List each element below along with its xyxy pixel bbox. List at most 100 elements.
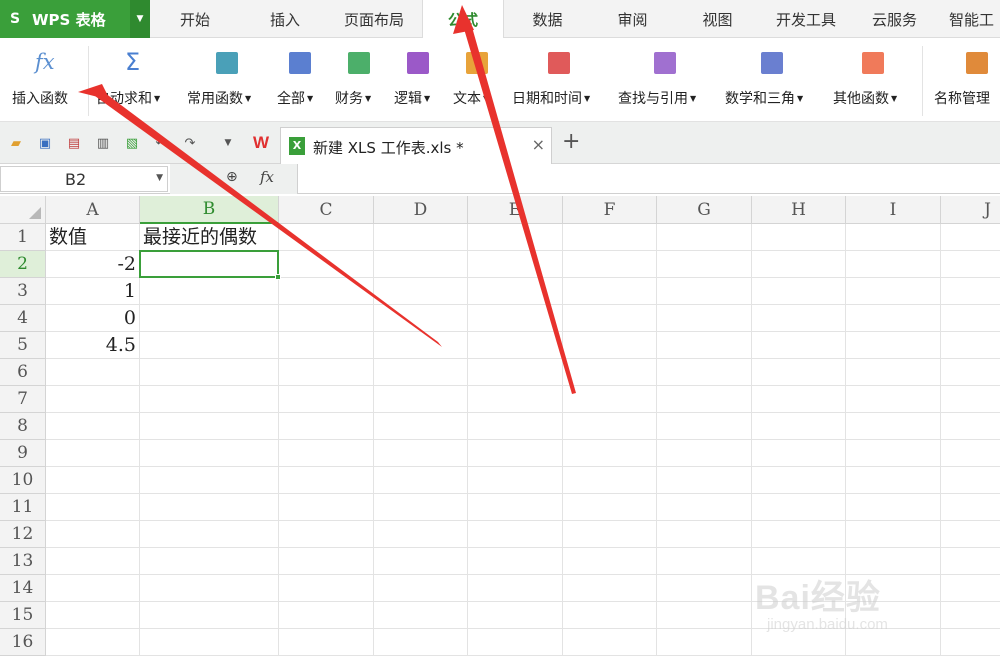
grid-cell[interactable] xyxy=(752,224,846,251)
grid-cell[interactable] xyxy=(279,251,374,278)
column-header[interactable]: F xyxy=(563,196,657,224)
grid-cell[interactable] xyxy=(752,467,846,494)
autosum-button[interactable]: Σ 自动求和 ▼ xyxy=(92,38,176,122)
tab-view[interactable]: 视图 xyxy=(675,0,760,38)
grid-cell[interactable] xyxy=(46,548,140,575)
tab-formula[interactable]: 公式 xyxy=(422,0,504,39)
grid-cell[interactable] xyxy=(468,386,563,413)
grid-cell[interactable] xyxy=(140,332,279,359)
undo-icon[interactable]: ↶ xyxy=(153,135,169,151)
grid-cell[interactable] xyxy=(374,251,468,278)
grid-cell[interactable] xyxy=(374,521,468,548)
grid-cell[interactable] xyxy=(374,332,468,359)
grid-cell[interactable] xyxy=(140,386,279,413)
grid-cell[interactable] xyxy=(657,413,752,440)
finance-functions-button[interactable]: 财务 ▼ xyxy=(331,38,385,122)
grid-cell[interactable] xyxy=(468,548,563,575)
grid-cell[interactable] xyxy=(46,494,140,521)
grid-cell[interactable] xyxy=(846,494,941,521)
grid-cell[interactable] xyxy=(468,521,563,548)
tab-smart[interactable]: 智能工 xyxy=(937,0,1000,38)
grid-cell[interactable] xyxy=(279,332,374,359)
grid-cell[interactable] xyxy=(468,332,563,359)
grid-cell[interactable] xyxy=(374,413,468,440)
grid-cell[interactable] xyxy=(657,629,752,656)
grid-cell[interactable] xyxy=(374,386,468,413)
tab-cloud[interactable]: 云服务 xyxy=(852,0,937,38)
grid-cell[interactable] xyxy=(468,575,563,602)
row-header[interactable]: 8 xyxy=(0,413,46,440)
grid-cell[interactable] xyxy=(140,305,279,332)
row-header[interactable]: 6 xyxy=(0,359,46,386)
grid-cell[interactable] xyxy=(846,413,941,440)
grid-cell[interactable] xyxy=(468,224,563,251)
grid-cell[interactable] xyxy=(657,332,752,359)
grid-cell[interactable] xyxy=(46,386,140,413)
row-header[interactable]: 1 xyxy=(0,224,46,251)
wps-w-logo-icon[interactable]: W xyxy=(249,133,273,152)
grid-cell[interactable] xyxy=(279,629,374,656)
grid-cell[interactable] xyxy=(941,494,1000,521)
grid-cell[interactable] xyxy=(941,332,1000,359)
grid-cell[interactable] xyxy=(46,575,140,602)
grid-cell[interactable] xyxy=(563,575,657,602)
grid-cell[interactable] xyxy=(752,359,846,386)
grid-cell[interactable] xyxy=(468,629,563,656)
grid-cell[interactable] xyxy=(279,305,374,332)
all-functions-button[interactable]: 全部 ▼ xyxy=(273,38,327,122)
grid-cell[interactable] xyxy=(563,386,657,413)
fx-button[interactable]: fx xyxy=(260,168,274,186)
print-preview-icon[interactable]: ▧ xyxy=(124,135,140,151)
row-header[interactable]: 4 xyxy=(0,305,46,332)
print-icon[interactable]: ▥ xyxy=(95,135,111,151)
grid-cell[interactable] xyxy=(657,575,752,602)
column-header[interactable]: J xyxy=(941,196,1000,224)
grid-cell[interactable] xyxy=(563,629,657,656)
cell-A3[interactable]: 1 xyxy=(46,278,140,305)
document-tab[interactable]: X 新建 XLS 工作表.xls * × xyxy=(280,127,552,164)
grid-cell[interactable] xyxy=(752,332,846,359)
grid-cell[interactable] xyxy=(657,224,752,251)
grid-cell[interactable] xyxy=(941,278,1000,305)
grid-cell[interactable] xyxy=(846,224,941,251)
grid-cell[interactable] xyxy=(752,413,846,440)
grid-cell[interactable] xyxy=(563,305,657,332)
grid-cell[interactable] xyxy=(657,305,752,332)
grid-cell[interactable] xyxy=(563,224,657,251)
row-header[interactable]: 10 xyxy=(0,467,46,494)
grid-cell[interactable] xyxy=(140,359,279,386)
open-icon[interactable]: ▰ xyxy=(8,135,24,151)
grid-cell[interactable] xyxy=(468,305,563,332)
column-header[interactable]: E xyxy=(468,196,563,224)
grid-cell[interactable] xyxy=(279,278,374,305)
row-header[interactable]: 15 xyxy=(0,602,46,629)
chevron-down-icon[interactable]: ▼ xyxy=(220,135,236,151)
grid-cell[interactable] xyxy=(279,386,374,413)
grid-cell[interactable] xyxy=(140,251,279,278)
grid-cell[interactable] xyxy=(374,224,468,251)
grid-cell[interactable] xyxy=(563,494,657,521)
grid-cell[interactable] xyxy=(140,413,279,440)
tab-page-layout[interactable]: 页面布局 xyxy=(330,0,418,38)
grid-cell[interactable] xyxy=(752,440,846,467)
grid-cell[interactable] xyxy=(140,521,279,548)
grid-cell[interactable] xyxy=(468,413,563,440)
redo-icon[interactable]: ↷ xyxy=(182,135,198,151)
grid-cell[interactable] xyxy=(140,548,279,575)
grid-cell[interactable] xyxy=(563,251,657,278)
grid-cell[interactable] xyxy=(657,602,752,629)
grid-cell[interactable] xyxy=(941,305,1000,332)
grid-cell[interactable] xyxy=(657,359,752,386)
name-box[interactable]: B2 ▼ xyxy=(0,166,168,192)
row-header[interactable]: 3 xyxy=(0,278,46,305)
grid-cell[interactable] xyxy=(752,278,846,305)
tab-data[interactable]: 数据 xyxy=(505,0,590,38)
export-pdf-icon[interactable]: ▤ xyxy=(66,135,82,151)
grid-cell[interactable] xyxy=(752,251,846,278)
grid-cell[interactable] xyxy=(374,359,468,386)
grid-cell[interactable] xyxy=(468,278,563,305)
grid-cell[interactable] xyxy=(46,629,140,656)
grid-cell[interactable] xyxy=(46,359,140,386)
grid-cell[interactable] xyxy=(941,467,1000,494)
grid-cell[interactable] xyxy=(657,251,752,278)
